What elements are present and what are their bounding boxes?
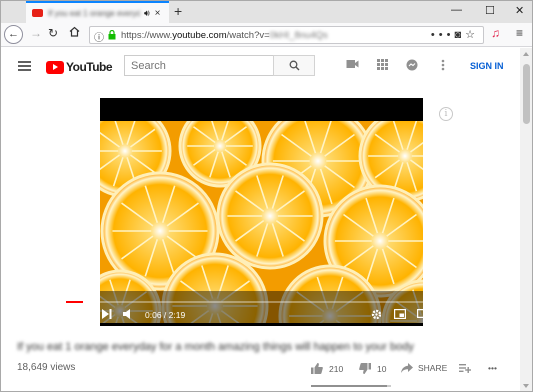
scroll-thumb[interactable] [523, 64, 530, 124]
tab-title: If you eat 1 orange everyday for a month [48, 8, 140, 18]
navigation-bar: ← → ↻ ⓘ https://www.youtube.com/watch?v=… [1, 23, 532, 47]
speaker-icon[interactable]: 🔊︎ [144, 8, 150, 19]
youtube-logo[interactable]: YouTube [46, 60, 113, 74]
guide-menu-icon[interactable] [18, 61, 31, 71]
search-input[interactable] [124, 55, 274, 76]
scroll-up-arrow-icon[interactable] [523, 52, 529, 56]
url-actions: •••◙☆ [431, 28, 479, 41]
logo-text: YouTube [66, 60, 113, 74]
like-dislike-bar [311, 385, 391, 387]
maximize-button[interactable]: ☐ [485, 4, 495, 17]
upload-video-icon[interactable] [346, 59, 359, 69]
messages-icon[interactable] [406, 59, 418, 71]
video-title: If you eat 1 orange everyday for a month… [17, 341, 414, 353]
music-note-icon[interactable]: ♫ [491, 26, 500, 40]
url-bar[interactable]: ⓘ https://www.youtube.com/watch?v=0kHI_8… [89, 26, 484, 44]
url-video-id: 0kHI_8nu4Qs [269, 30, 328, 41]
url-path: /watch?v= [226, 30, 270, 41]
new-tab-button[interactable]: + [174, 3, 182, 19]
minimize-button[interactable]: — [451, 4, 462, 16]
lock-icon [108, 30, 116, 40]
url-text: https://www.youtube.com/watch?v=0kHI_8nu… [121, 30, 328, 41]
url-domain: youtube.com [172, 30, 227, 41]
scroll-down-arrow-icon[interactable] [523, 384, 529, 388]
player-controls: 0:06 / 2:19 [60, 301, 464, 326]
add-to-playlist-icon[interactable] [459, 364, 471, 374]
forward-button[interactable]: → [30, 26, 42, 40]
next-video-icon[interactable] [102, 309, 112, 319]
time-display: 0:06 / 2:19 [145, 310, 186, 320]
browser-tab[interactable]: If you eat 1 orange everyday for a month… [26, 1, 169, 23]
settings-more-icon[interactable] [441, 59, 445, 71]
reload-button[interactable]: ↻ [48, 26, 58, 40]
pocket-icon[interactable]: ◙ [454, 29, 465, 41]
fullscreen-icon[interactable] [440, 309, 451, 320]
like-count: 210 [329, 363, 344, 374]
youtube-favicon-icon [32, 9, 43, 17]
thumbs-down-icon [359, 363, 371, 374]
miniplayer-icon[interactable] [394, 309, 406, 319]
info-icon[interactable]: ⓘ [94, 29, 104, 44]
like-ratio-fill [311, 385, 387, 387]
back-button[interactable]: ← [4, 25, 23, 44]
orange-slices-image [100, 121, 423, 323]
dislike-count: 10 [377, 363, 387, 374]
bookmark-star-icon[interactable]: ☆ [465, 29, 479, 41]
thumbs-up-icon [311, 363, 323, 374]
progress-bar[interactable] [66, 301, 458, 303]
settings-gear-icon[interactable] [371, 309, 382, 320]
tab-strip: If you eat 1 orange everyday for a month… [1, 1, 532, 23]
search-icon [289, 60, 300, 71]
share-label: SHARE [418, 363, 448, 373]
page-scrollbar[interactable] [520, 48, 532, 391]
page-actions-icon[interactable]: ••• [431, 29, 455, 41]
pause-icon[interactable] [77, 309, 86, 319]
browser-window: If you eat 1 orange everyday for a month… [0, 0, 533, 392]
search-button[interactable] [273, 55, 315, 76]
sign-in-button[interactable]: SIGN IN [470, 61, 504, 71]
video-player[interactable] [60, 98, 464, 326]
share-button[interactable]: SHARE [401, 363, 447, 373]
video-info-icon[interactable]: i [439, 107, 453, 121]
home-icon [69, 26, 80, 37]
like-button[interactable]: 210 [311, 363, 343, 374]
dislike-button[interactable]: 10 [359, 363, 386, 374]
view-count: 18,649 views [17, 362, 76, 373]
youtube-play-logo-icon [46, 60, 64, 74]
hamburger-menu-button[interactable]: ≡ [516, 26, 523, 40]
url-prefix: https://www. [121, 30, 173, 41]
video-frame[interactable] [100, 121, 423, 323]
back-arrow-icon: ← [8, 28, 19, 40]
share-arrow-icon [401, 363, 413, 373]
more-actions-button[interactable]: ••• [488, 363, 497, 373]
apps-grid-icon[interactable] [377, 59, 388, 70]
home-button[interactable] [69, 26, 80, 40]
theater-mode-icon[interactable] [417, 309, 429, 318]
tab-close-icon[interactable]: × [155, 8, 161, 19]
progress-fill [66, 301, 83, 303]
close-window-button[interactable]: ✕ [515, 4, 524, 17]
volume-icon[interactable] [123, 309, 134, 319]
youtube-header: YouTube SIGN IN [1, 48, 520, 86]
